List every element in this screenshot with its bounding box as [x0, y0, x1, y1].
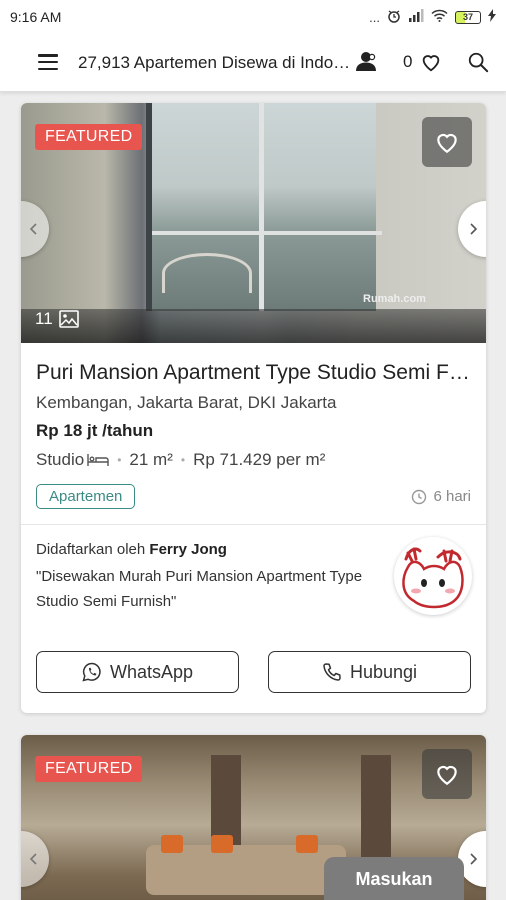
listed-by-prefix: Didaftarkan oleh: [36, 541, 146, 558]
photo-count-value: 11: [35, 309, 53, 328]
price-per-m2: Rp 71.429 per m²: [193, 450, 326, 469]
profile-icon[interactable]: [355, 50, 377, 72]
call-button[interactable]: Hubungi: [268, 651, 471, 693]
app-bar: 27,913 Apartemen Disewa di Indonesia 0: [0, 34, 506, 92]
chevron-left-icon: [29, 853, 37, 865]
listing-photo[interactable]: Rumah.com FEATURED 11: [21, 103, 486, 343]
chevron-right-icon: [470, 223, 478, 235]
property-type-tag: Apartemen: [36, 484, 136, 509]
status-icons: ... 37: [369, 9, 496, 26]
next-photo-button[interactable]: [458, 201, 486, 257]
listing-description: "Disewakan Murah Puri Mansion Apartment …: [36, 568, 363, 610]
chevron-left-icon: [29, 223, 37, 235]
agent-avatar[interactable]: [394, 537, 472, 615]
bedroom-value: Studio: [36, 450, 85, 469]
call-label: Hubungi: [349, 661, 418, 682]
favorites-count[interactable]: 0: [403, 52, 412, 72]
featured-badge: FEATURED: [35, 124, 143, 150]
listing-card[interactable]: Rumah.com FEATURED 11 Puri Mansion Apart…: [21, 103, 486, 713]
agent-section: Didaftarkan oleh Ferry Jong "Disewakan M…: [21, 525, 486, 635]
photo-watermark: Rumah.com: [363, 293, 426, 305]
listing-age-value: 6 hari: [433, 488, 471, 505]
listing-title[interactable]: Puri Mansion Apartment Type Studio Semi …: [36, 361, 471, 385]
previous-photo-button[interactable]: [21, 831, 49, 887]
whatsapp-icon: [82, 662, 101, 682]
battery-icon: 37: [455, 10, 481, 24]
photo-scene: [146, 103, 382, 311]
photo-count: 11: [35, 309, 79, 329]
heart-icon[interactable]: [420, 51, 442, 73]
chevron-right-icon: [470, 853, 478, 865]
agent-name[interactable]: Ferry Jong: [149, 541, 227, 558]
favorite-button[interactable]: [422, 749, 472, 799]
listing-location: Kembangan, Jakarta Barat, DKI Jakarta: [36, 393, 337, 412]
listing-age: 6 hari: [411, 488, 471, 505]
feedback-button[interactable]: Masukan: [324, 857, 464, 900]
heart-icon: [437, 765, 457, 786]
featured-badge: FEATURED: [35, 756, 143, 782]
page-title: 27,913 Apartemen Disewa di Indonesia: [78, 53, 354, 72]
whatsapp-button[interactable]: WhatsApp: [36, 651, 239, 693]
charging-icon: [488, 9, 496, 25]
image-icon: [58, 310, 79, 328]
phone-icon: [323, 663, 341, 681]
status-time: 9:16 AM: [10, 9, 62, 25]
clock-icon: [412, 489, 427, 504]
whatsapp-label: WhatsApp: [109, 661, 194, 682]
favorite-button[interactable]: [422, 117, 472, 167]
previous-photo-button[interactable]: [21, 201, 49, 257]
heart-icon: [437, 133, 457, 154]
area-value: 21 m²: [129, 450, 173, 469]
menu-icon[interactable]: [38, 54, 58, 70]
alarm-icon: [387, 9, 401, 26]
listing-price: Rp 18 jt /tahun: [36, 421, 154, 440]
signal-icon: [408, 9, 424, 25]
wifi-icon: [431, 9, 448, 25]
more-notifications-indicator: ...: [369, 9, 380, 25]
listing-specs: Studio • 21 m² • Rp 71.429 per m²: [36, 450, 326, 469]
bed-icon: [87, 454, 109, 466]
status-bar: 9:16 AM ... 37: [0, 0, 506, 34]
search-icon[interactable]: [467, 51, 489, 73]
